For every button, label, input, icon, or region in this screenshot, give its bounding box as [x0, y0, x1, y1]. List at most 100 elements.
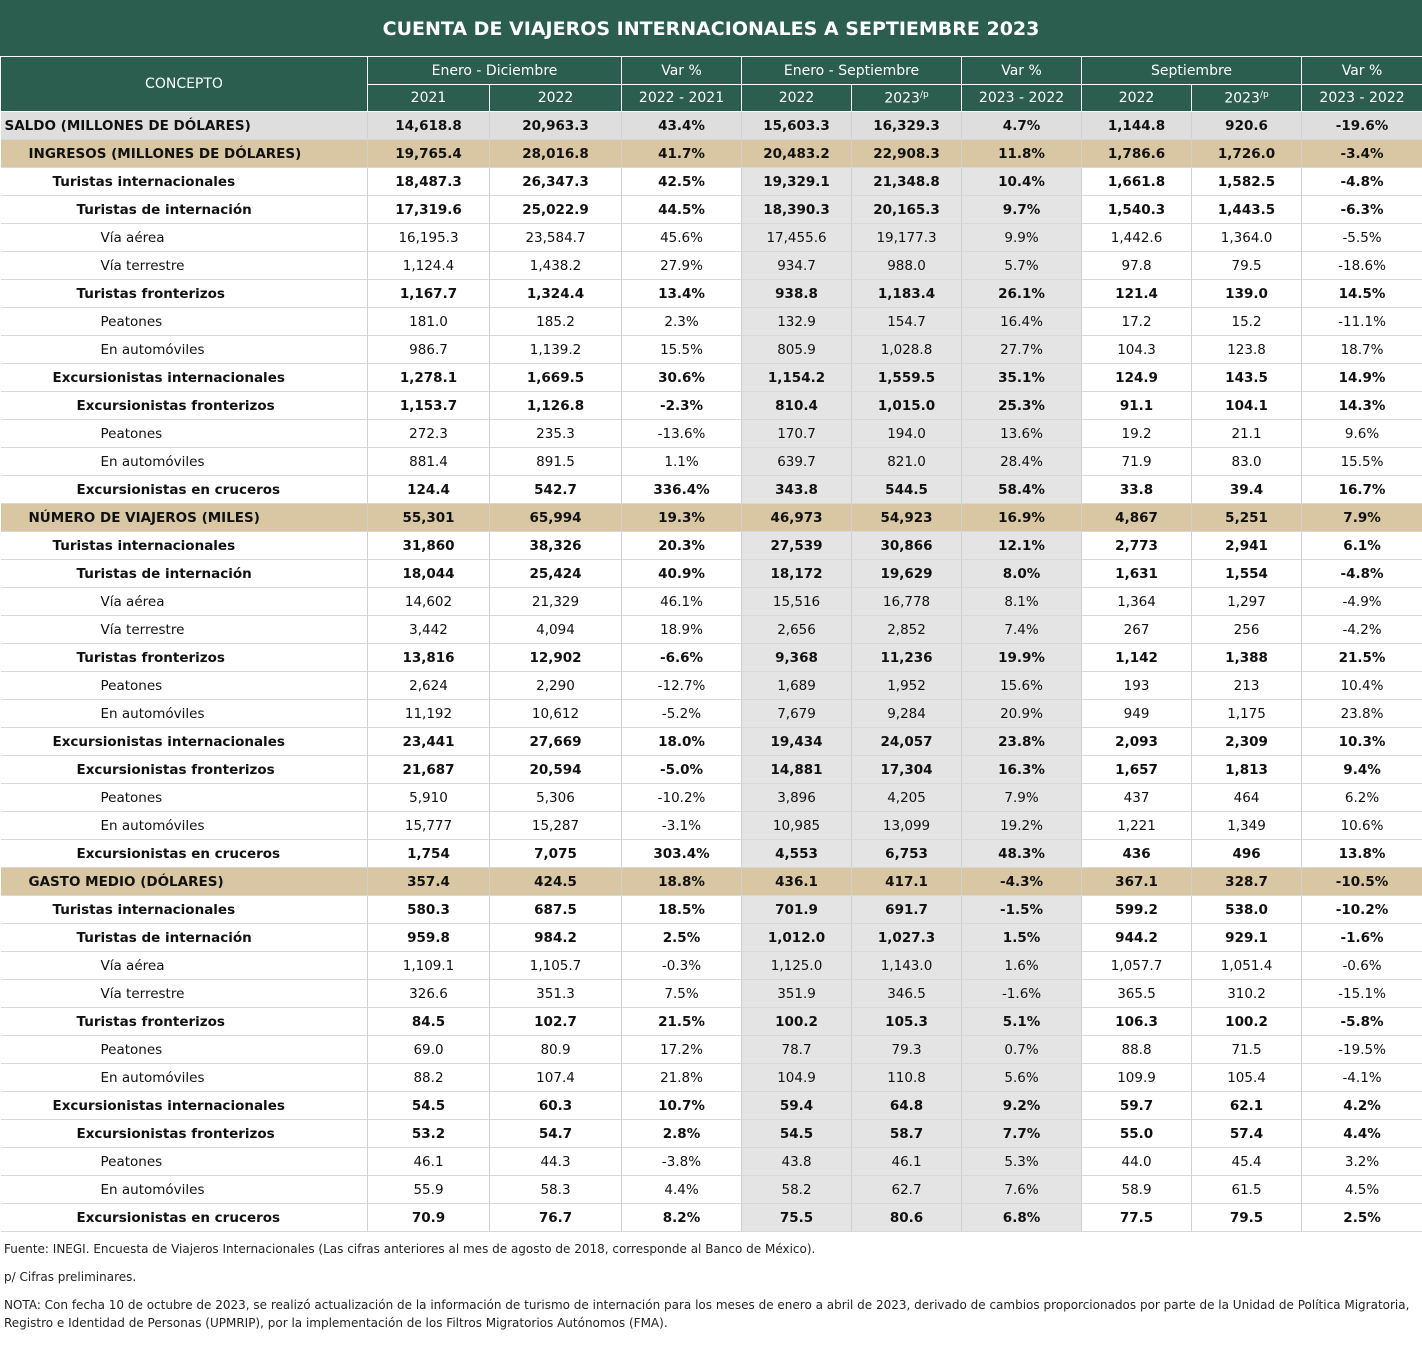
value-cell: 2,290	[489, 671, 623, 700]
value-cell: 959.8	[367, 923, 490, 952]
value-cell: 83.0	[1191, 447, 1303, 476]
value-cell: 58.2	[741, 1175, 853, 1204]
value-cell: 9.6%	[1301, 419, 1422, 448]
value-cell: 20,594	[489, 755, 623, 784]
value-cell: 7.7%	[961, 1119, 1083, 1148]
value-cell: 18.9%	[621, 615, 743, 644]
value-cell: 15.5%	[1301, 447, 1422, 476]
row-label: Excursionistas en cruceros	[0, 839, 368, 868]
value-cell: 28.4%	[961, 447, 1083, 476]
value-cell: 542.7	[489, 475, 623, 504]
value-cell: 21,348.8	[851, 167, 963, 196]
value-cell: 19.9%	[961, 643, 1083, 672]
value-cell: 235.3	[489, 419, 623, 448]
value-cell: 91.1	[1081, 391, 1193, 420]
value-cell: -3.8%	[621, 1147, 743, 1176]
value-cell: 1,105.7	[489, 951, 623, 980]
value-cell: 25.3%	[961, 391, 1083, 420]
value-cell: 15,777	[367, 811, 490, 840]
value-cell: 23.8%	[961, 727, 1083, 756]
value-cell: 2,852	[851, 615, 963, 644]
value-cell: 76.7	[489, 1203, 623, 1232]
table-row: Turistas internacionales 31,860 38,326 20.3…	[0, 531, 1422, 560]
value-cell: 30,866	[851, 531, 963, 560]
value-cell: 104.1	[1191, 391, 1303, 420]
value-cell: 15.6%	[961, 671, 1083, 700]
table-row: En automóviles 15,777 15,287 -3.1% 10,985 13,…	[0, 811, 1422, 840]
table-row: Excursionistas internacionales 1,278.1 1,6…	[0, 363, 1422, 392]
value-cell: 107.4	[489, 1063, 623, 1092]
value-cell: 351.9	[741, 979, 853, 1008]
table-row: Vía terrestre 1,124.4 1,438.2 27.9% 934.7 988…	[0, 251, 1422, 280]
value-cell: 1,278.1	[367, 363, 490, 392]
value-cell: 10.3%	[1301, 727, 1422, 756]
row-label: En automóviles	[0, 335, 368, 364]
value-cell: 65,994	[489, 503, 623, 532]
row-label: Turistas fronterizos	[0, 643, 368, 672]
value-cell: 1,813	[1191, 755, 1303, 784]
value-cell: 18,390.3	[741, 195, 853, 224]
value-cell: -11.1%	[1301, 307, 1422, 336]
value-cell: 424.5	[489, 867, 623, 896]
value-cell: 18.5%	[621, 895, 743, 924]
value-cell: 57.4	[1191, 1119, 1303, 1148]
table-row: En automóviles 55.9 58.3 4.4% 58.2 62.7 7.6% 58…	[0, 1175, 1422, 1204]
value-cell: 1,442.6	[1081, 223, 1193, 252]
row-label: NÚMERO DE VIAJEROS (MILES)	[0, 503, 368, 532]
value-cell: 38,326	[489, 531, 623, 560]
value-cell: -4.8%	[1301, 559, 1422, 588]
value-cell: 367.1	[1081, 867, 1193, 896]
value-cell: 2.3%	[621, 307, 743, 336]
value-cell: 1,125.0	[741, 951, 853, 980]
value-cell: 687.5	[489, 895, 623, 924]
value-cell: 19,434	[741, 727, 853, 756]
value-cell: 8.1%	[961, 587, 1083, 616]
value-cell: 170.7	[741, 419, 853, 448]
value-cell: -4.2%	[1301, 615, 1422, 644]
row-label: Peatones	[0, 1035, 368, 1064]
travelers-table: CONCEPTO Enero - Diciembre Var % Enero -…	[0, 56, 1422, 1232]
row-label: Turistas internacionales	[0, 895, 368, 924]
value-cell: 62.7	[851, 1175, 963, 1204]
row-label: Vía terrestre	[0, 251, 368, 280]
value-cell: 1,559.5	[851, 363, 963, 392]
value-cell: 1.5%	[961, 923, 1083, 952]
table-row: Excursionistas internacionales 54.5 60.3 10…	[0, 1091, 1422, 1120]
value-cell: 4.7%	[961, 111, 1083, 140]
value-cell: -6.3%	[1301, 195, 1422, 224]
value-cell: 21.5%	[1301, 643, 1422, 672]
value-cell: 18.8%	[621, 867, 743, 896]
value-cell: 538.0	[1191, 895, 1303, 924]
value-cell: 21.1	[1191, 419, 1303, 448]
row-label: GASTO MEDIO (DÓLARES)	[0, 867, 368, 896]
value-cell: 88.8	[1081, 1035, 1193, 1064]
value-cell: 139.0	[1191, 279, 1303, 308]
value-cell: 13,816	[367, 643, 490, 672]
value-cell: 10.4%	[961, 167, 1083, 196]
value-cell: 9,368	[741, 643, 853, 672]
row-label: Vía aérea	[0, 951, 368, 980]
preliminary-note: p/ Cifras preliminares.	[4, 1270, 137, 1284]
row-label: Turistas fronterizos	[0, 1007, 368, 1036]
value-cell: 599.2	[1081, 895, 1193, 924]
value-cell: 2.8%	[621, 1119, 743, 1148]
value-cell: 18,044	[367, 559, 490, 588]
table-row: Peatones 2,624 2,290 -12.7% 1,689 1,952 15.6% 1…	[0, 671, 1422, 700]
value-cell: 1,657	[1081, 755, 1193, 784]
value-cell: 1,582.5	[1191, 167, 1303, 196]
value-cell: 62.1	[1191, 1091, 1303, 1120]
table-row: Peatones 5,910 5,306 -10.2% 3,896 4,205 7.9% 43…	[0, 783, 1422, 812]
table-row: En automóviles 986.7 1,139.2 15.5% 805.9 1,02…	[0, 335, 1422, 364]
value-cell: 185.2	[489, 307, 623, 336]
value-cell: 17,319.6	[367, 195, 490, 224]
value-cell: 691.7	[851, 895, 963, 924]
table-row: Excursionistas fronterizos 53.2 54.7 2.8% 54…	[0, 1119, 1422, 1148]
table-row: En automóviles 881.4 891.5 1.1% 639.7 821.0 28…	[0, 447, 1422, 476]
row-label: Turistas de internación	[0, 923, 368, 952]
value-cell: 13.6%	[961, 419, 1083, 448]
header-sub: 2021	[367, 84, 490, 112]
value-cell: 58.7	[851, 1119, 963, 1148]
value-cell: 1,051.4	[1191, 951, 1303, 980]
value-cell: 1,012.0	[741, 923, 853, 952]
value-cell: 46.1%	[621, 587, 743, 616]
